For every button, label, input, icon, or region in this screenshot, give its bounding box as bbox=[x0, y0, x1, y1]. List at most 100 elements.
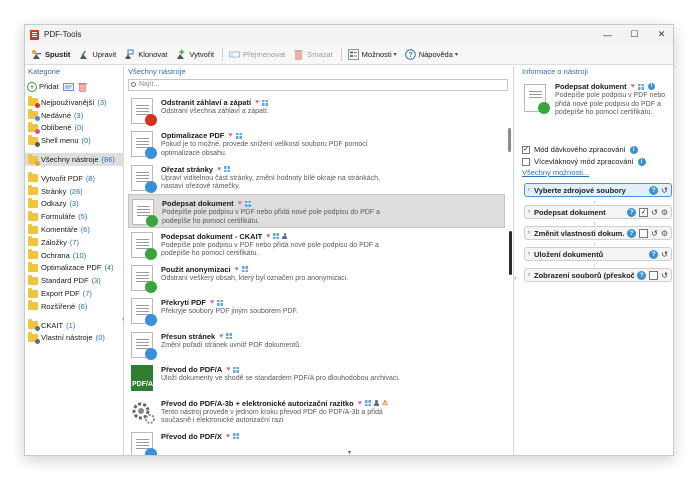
category-item[interactable]: Záložky (7) bbox=[25, 236, 124, 249]
workflow-step[interactable]: › Vyberte zdrojové soubory? ↺ bbox=[524, 183, 672, 197]
favorite-icon[interactable]: ♥ bbox=[219, 333, 223, 340]
category-item[interactable]: Export PDF (7) bbox=[25, 287, 124, 300]
category-item[interactable]: Všechny nástroje (86) bbox=[25, 153, 124, 166]
tool-name: Převod do PDF/A ♥ bbox=[161, 365, 505, 374]
help-icon[interactable]: ? bbox=[649, 249, 659, 259]
chevron-right-icon[interactable]: › bbox=[528, 230, 530, 236]
batch-mode-row[interactable]: ✓ Mód dávkového zpracování i bbox=[522, 145, 638, 154]
reset-icon[interactable]: ↺ bbox=[651, 229, 658, 238]
add-category-button[interactable]: + Přidat bbox=[27, 81, 59, 92]
category-item[interactable]: Odkazy (3) bbox=[25, 197, 124, 211]
batch-mode-checkbox[interactable]: ✓ bbox=[522, 145, 530, 154]
add-category-label: Přidat bbox=[39, 82, 59, 91]
toolbar-run-button[interactable]: Spustit bbox=[28, 46, 73, 63]
gear-icon[interactable]: ⚙ bbox=[661, 208, 668, 217]
toolbar-edit-button[interactable]: Upravit bbox=[75, 46, 119, 63]
workflow-step[interactable]: › Podepsat dokument? ✓ ↺ ⚙ bbox=[524, 205, 672, 219]
category-item[interactable]: Rozšířené (6) bbox=[25, 300, 124, 313]
maximize-button[interactable]: ☐ bbox=[621, 25, 648, 44]
reset-icon[interactable]: ↺ bbox=[661, 186, 668, 195]
chevron-right-icon[interactable]: › bbox=[528, 251, 530, 257]
category-item[interactable]: Shell menu (0) bbox=[25, 134, 124, 147]
tool-list-item[interactable]: Převod do PDF/X ♥ bbox=[128, 428, 505, 455]
category-item[interactable]: Nedávné (3) bbox=[25, 109, 124, 122]
reset-icon[interactable]: ↺ bbox=[651, 208, 658, 217]
chevron-right-icon[interactable]: › bbox=[528, 209, 530, 215]
tool-list-item[interactable]: PDF/A Převod do PDF/A ♥ Uloží dokumenty ve … bbox=[128, 361, 505, 394]
category-item[interactable]: Standard PDF (3) bbox=[25, 274, 124, 287]
help-icon[interactable]: ? bbox=[627, 207, 637, 217]
toolbar-clone-button[interactable]: Klonovat bbox=[121, 46, 170, 63]
all-options-link[interactable]: Všechny možnosti... bbox=[522, 168, 589, 177]
enable-checkbox[interactable] bbox=[649, 270, 659, 280]
toolbar-create-button[interactable]: Vytvořit bbox=[172, 46, 217, 63]
info-icon[interactable]: i bbox=[647, 83, 655, 90]
favorite-icon[interactable]: ♥ bbox=[228, 132, 232, 139]
help-icon[interactable]: ? bbox=[637, 270, 647, 280]
folder-clock-icon bbox=[28, 109, 40, 122]
tool-list-item[interactable]: Podepsat dokument ♥ Podepíše pole podpisu … bbox=[128, 194, 505, 228]
category-item[interactable]: Oblíbené (0) bbox=[25, 121, 124, 135]
category-item[interactable]: Vlastní nástroje (0) bbox=[25, 331, 124, 345]
favorite-icon[interactable]: ♥ bbox=[210, 299, 214, 306]
category-item[interactable]: CKAIT (1) bbox=[25, 319, 124, 332]
batch-mode-info-icon[interactable]: i bbox=[629, 145, 638, 154]
multithread-info-icon[interactable]: i bbox=[637, 157, 646, 166]
favorite-icon[interactable]: ♥ bbox=[255, 99, 259, 106]
category-item[interactable]: Stránky (26) bbox=[25, 185, 124, 198]
tool-list-item[interactable]: Přesun stránek ♥ Změní pořadí stránek uvni… bbox=[128, 328, 505, 361]
toolbar-options-button[interactable]: Možnosti ▾ bbox=[345, 46, 400, 63]
workflow-step[interactable]: › Uložení dokumentů? ↺ bbox=[524, 247, 672, 261]
favorite-icon[interactable]: ♥ bbox=[226, 366, 230, 373]
category-item[interactable]: Optimalizace PDF (4) bbox=[25, 261, 124, 275]
gear-tool-icon bbox=[131, 399, 155, 425]
category-count: (0) bbox=[74, 123, 84, 133]
chevron-right-icon[interactable]: › bbox=[528, 187, 530, 193]
tool-list-item[interactable]: Podepsat dokument - CKAIT ♥ Podepíše pole … bbox=[128, 228, 505, 261]
tool-list-item[interactable]: Převod do PDF/A-3b + elektronické autori… bbox=[128, 395, 505, 428]
enable-checkbox[interactable] bbox=[639, 228, 649, 238]
reset-icon[interactable]: ↺ bbox=[661, 271, 668, 280]
category-item[interactable]: Ochrana (10) bbox=[25, 249, 124, 262]
multithread-row[interactable]: Vícevláknový mód zpracování i bbox=[522, 157, 646, 166]
tool-list-item[interactable]: Odstranit záhlaví a zápatí ♥ Odstraní všec… bbox=[128, 94, 505, 127]
reset-icon[interactable]: ↺ bbox=[661, 250, 668, 259]
multithread-checkbox[interactable] bbox=[522, 157, 530, 166]
toolbar: Spustit Upravit Klonovat Vytvořit Přejmenova… bbox=[25, 44, 673, 65]
favorite-icon[interactable]: ♥ bbox=[358, 400, 362, 407]
tool-list-item[interactable]: Překrytí PDF ♥ Překryje soubory PDF jiným … bbox=[128, 294, 505, 327]
enable-checkbox[interactable]: ✓ bbox=[639, 207, 649, 217]
close-button[interactable]: ✕ bbox=[648, 25, 673, 44]
favorite-icon[interactable]: ♥ bbox=[238, 200, 242, 207]
category-item[interactable]: Komentáře (6) bbox=[25, 223, 124, 236]
category-label: Vytvořit PDF bbox=[41, 173, 83, 183]
favorite-icon[interactable]: ♥ bbox=[631, 83, 635, 90]
scroll-down-icon[interactable]: ▾ bbox=[348, 449, 351, 455]
chevron-right-icon[interactable]: › bbox=[528, 272, 530, 278]
help-icon[interactable]: ? bbox=[649, 185, 659, 195]
middle-splitter-grip[interactable] bbox=[509, 231, 512, 275]
step-connector bbox=[594, 222, 595, 225]
tool-list-item[interactable]: Ořezat stránky ♥ Upraví viditelnou část st… bbox=[128, 161, 505, 194]
category-item[interactable]: Formuláře (5) bbox=[25, 210, 124, 223]
favorite-icon[interactable]: ♥ bbox=[235, 266, 239, 273]
minimize-button[interactable]: — bbox=[594, 25, 621, 44]
left-splitter-handle[interactable]: ‹ bbox=[122, 316, 124, 323]
scrollbar-thumb[interactable] bbox=[508, 128, 511, 152]
edit-category-icon[interactable] bbox=[62, 82, 74, 92]
workflow-step[interactable]: › Zobrazení souborů (přeskočit)? ↺ bbox=[524, 268, 672, 282]
favorite-icon[interactable]: ♥ bbox=[217, 166, 221, 173]
delete-category-icon[interactable] bbox=[77, 82, 88, 92]
category-item[interactable]: Vytvořit PDF (8) bbox=[25, 172, 124, 185]
right-splitter-handle[interactable]: › bbox=[514, 275, 516, 282]
search-input[interactable]: Najít... bbox=[128, 79, 508, 91]
toolbar-help-button[interactable]: ? Nápověda ▾ bbox=[402, 46, 461, 63]
gear-icon[interactable]: ⚙ bbox=[661, 229, 668, 238]
help-icon[interactable]: ? bbox=[627, 228, 637, 238]
category-item[interactable]: Nejpoužívanější (3) bbox=[25, 96, 124, 109]
favorite-icon[interactable]: ♥ bbox=[266, 233, 270, 240]
tool-list-item[interactable]: Optimalizace PDF ♥ Pokud je to možné, prov… bbox=[128, 127, 505, 160]
tool-list-item[interactable]: Použít anonymizaci ♥ Odstraní veškerý obsa… bbox=[128, 261, 505, 294]
workflow-step[interactable]: › Změnit vlastnosti dokum...? ↺ ⚙ bbox=[524, 226, 672, 240]
favorite-icon[interactable]: ♥ bbox=[226, 433, 230, 440]
